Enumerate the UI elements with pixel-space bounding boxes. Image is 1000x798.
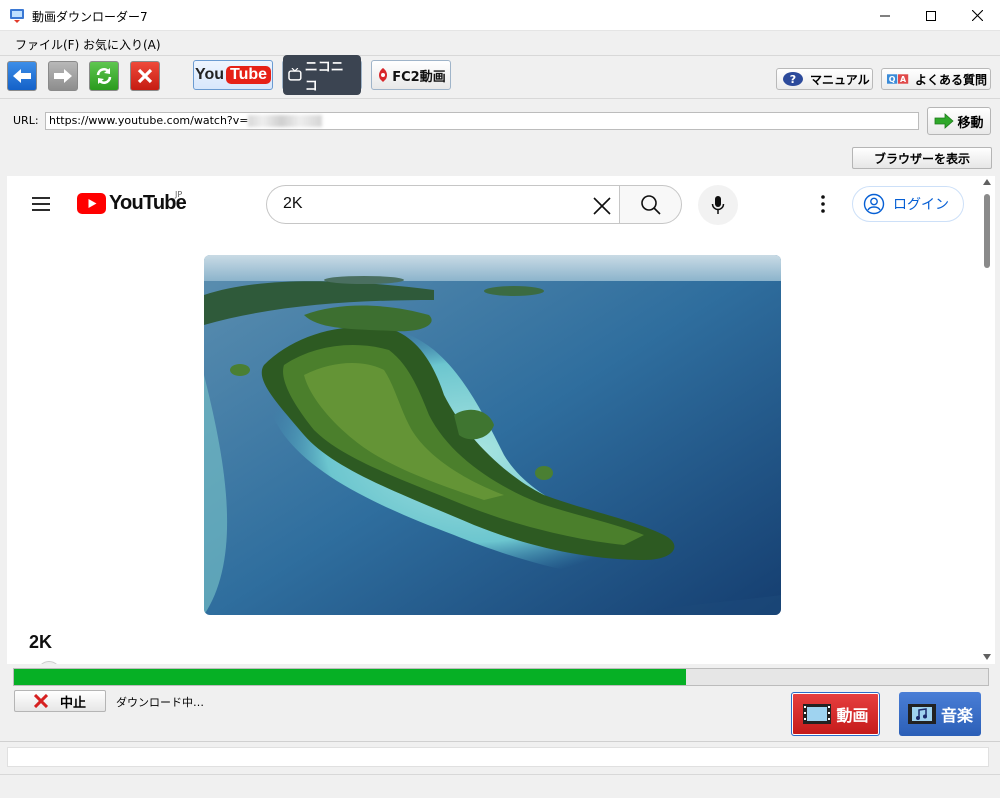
menu-favorites[interactable]: お気に入り(A) <box>83 36 161 53</box>
status-bar <box>0 774 1000 798</box>
youtube-logo-tube: Tube <box>226 66 272 84</box>
svg-text:?: ? <box>790 73 796 86</box>
qa-icon: QA <box>887 71 909 87</box>
account-icon <box>863 193 885 215</box>
faq-label: よくある質問 <box>915 72 988 87</box>
fc2-site-button[interactable]: FC2動画 <box>371 60 451 90</box>
music-film-icon <box>907 704 936 724</box>
go-button[interactable]: 移動 <box>927 107 991 135</box>
download-video-button[interactable]: 動画 <box>791 692 880 736</box>
microphone-icon <box>711 196 725 214</box>
film-icon <box>803 704 832 724</box>
fc2-label: FC2動画 <box>392 69 446 85</box>
minimize-button[interactable] <box>862 0 908 31</box>
close-icon <box>137 68 153 84</box>
arrow-right-icon <box>935 113 955 129</box>
video-frame-island <box>204 255 781 615</box>
scroll-down-arrow[interactable] <box>983 654 991 660</box>
channel-avatar[interactable] <box>37 661 61 664</box>
niconico-label: ニコニコ <box>304 60 344 94</box>
region-label: JP <box>175 190 183 199</box>
show-browser-button[interactable]: ブラウザーを表示 <box>852 147 992 169</box>
toolbar: You Tube ニコニコ FC2動画 ? マニュアル QA よくある質問 <box>0 55 1000 98</box>
url-label: URL: <box>13 114 39 127</box>
clear-search-icon[interactable] <box>591 195 613 217</box>
app-icon <box>9 7 25 23</box>
youtube-play-icon <box>77 193 106 214</box>
window-title: 動画ダウンローダー7 <box>32 10 148 24</box>
tv-icon <box>288 68 302 81</box>
download-audio-label: 音楽 <box>940 706 973 725</box>
title-bar: 動画ダウンローダー7 <box>0 0 1000 31</box>
search-icon <box>640 194 661 215</box>
login-label: ログイン <box>893 197 949 213</box>
video-player[interactable] <box>204 255 781 615</box>
fc2-icon <box>379 68 388 82</box>
manual-button[interactable]: ? マニュアル <box>776 68 873 90</box>
stop-download-button[interactable]: 中止 <box>14 690 106 712</box>
browser-scrollbar[interactable] <box>979 176 995 664</box>
niconico-site-button[interactable]: ニコニコ <box>282 55 362 95</box>
download-audio-button[interactable]: 音楽 <box>899 692 981 736</box>
download-video-label: 動画 <box>836 706 869 725</box>
svg-text:Q: Q <box>889 75 896 84</box>
youtube-search-button[interactable] <box>619 185 682 224</box>
youtube-search-input[interactable]: 2K <box>266 185 619 224</box>
login-button[interactable]: ログイン <box>852 186 964 222</box>
youtube-site-button[interactable]: You Tube <box>193 60 273 90</box>
arrow-left-icon <box>13 69 31 83</box>
reload-button[interactable] <box>89 61 119 91</box>
forward-button[interactable] <box>48 61 78 91</box>
youtube-logo-you: You <box>194 66 224 83</box>
divider <box>0 741 1000 742</box>
menu-bar: ファイル(F) お気に入り(A) <box>0 31 1000 55</box>
scroll-up-arrow[interactable] <box>983 179 991 185</box>
more-options-icon[interactable] <box>813 192 833 216</box>
download-progress-bar <box>13 668 989 686</box>
search-query: 2K <box>283 195 303 212</box>
back-button[interactable] <box>7 61 37 91</box>
info-field <box>7 747 989 767</box>
browser-view: YouTube JP 2K ログイン 2K <box>7 176 995 664</box>
niconico-logo: ニコニコ <box>283 55 361 95</box>
video-title[interactable]: 2K <box>29 632 52 653</box>
scroll-thumb[interactable] <box>984 194 990 268</box>
close-icon <box>33 694 48 708</box>
download-progress-fill <box>14 669 687 685</box>
menu-icon[interactable] <box>31 196 51 212</box>
stop-download-label: 中止 <box>59 695 86 711</box>
manual-label: マニュアル <box>810 72 870 87</box>
voice-search-button[interactable] <box>698 185 738 225</box>
svg-text:A: A <box>900 75 907 84</box>
url-bar: URL: https://www.youtube.com/watch?v= 移動 <box>0 98 1000 142</box>
youtube-logo[interactable]: YouTube <box>77 192 187 215</box>
download-status: ダウンロード中… <box>116 696 204 709</box>
faq-button[interactable]: QA よくある質問 <box>881 68 991 90</box>
url-input[interactable]: https://www.youtube.com/watch?v= <box>45 112 919 130</box>
help-icon: ? <box>782 71 804 87</box>
url-redacted <box>248 115 323 127</box>
maximize-button[interactable] <box>908 0 954 31</box>
close-button[interactable] <box>954 0 1000 31</box>
go-label: 移動 <box>957 115 984 131</box>
stop-loading-button[interactable] <box>130 61 160 91</box>
url-value: https://www.youtube.com/watch?v= <box>49 114 249 127</box>
menu-file[interactable]: ファイル(F) <box>15 36 79 53</box>
arrow-right-icon <box>54 69 72 83</box>
refresh-icon <box>96 68 112 84</box>
